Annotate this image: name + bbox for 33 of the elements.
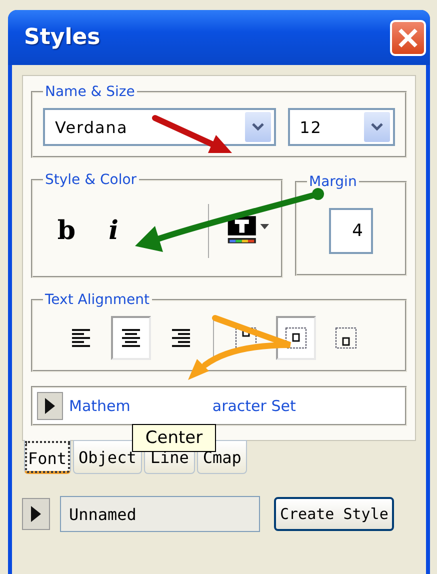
character-set-link[interactable]: Mathem xyxy=(69,397,130,415)
character-set-link[interactable]: aracter Set xyxy=(212,397,296,415)
style-name-field[interactable]: Unnamed xyxy=(60,496,260,532)
tab[interactable]: Object xyxy=(72,440,142,474)
alignment-button[interactable] xyxy=(276,316,316,360)
margin-field[interactable]: 4 xyxy=(329,208,373,254)
italic-button[interactable]: i xyxy=(96,211,132,251)
valign-middle-icon xyxy=(284,326,308,350)
expand-button[interactable] xyxy=(37,392,63,420)
chevron-down-icon xyxy=(252,123,264,131)
window-title: Styles xyxy=(23,25,100,50)
close-button[interactable] xyxy=(390,20,426,56)
play-icon xyxy=(31,506,41,522)
size-dropdown[interactable]: 12 xyxy=(288,108,395,146)
alignment-button[interactable] xyxy=(111,316,151,360)
tab[interactable]: Font xyxy=(24,440,71,474)
chevron-down-icon xyxy=(371,123,383,131)
close-icon xyxy=(397,26,419,48)
valign-top-icon xyxy=(234,326,258,350)
group-label: Text Alignment xyxy=(44,292,150,308)
expand-button[interactable] xyxy=(22,498,50,530)
create-style-button[interactable]: Create Style xyxy=(274,497,394,531)
group-label: Style & Color xyxy=(44,172,138,188)
group-label: Name & Size xyxy=(44,84,136,100)
font-dropdown[interactable]: Verdana xyxy=(43,108,276,146)
tooltip: Center xyxy=(132,424,216,452)
play-icon xyxy=(45,398,55,414)
align-center-icon xyxy=(121,328,141,348)
valign-bottom-icon xyxy=(334,326,358,350)
group-label: Margin xyxy=(308,174,358,190)
align-right-icon xyxy=(171,328,191,348)
align-left-icon xyxy=(71,328,91,348)
bold-button[interactable]: b xyxy=(49,211,84,251)
